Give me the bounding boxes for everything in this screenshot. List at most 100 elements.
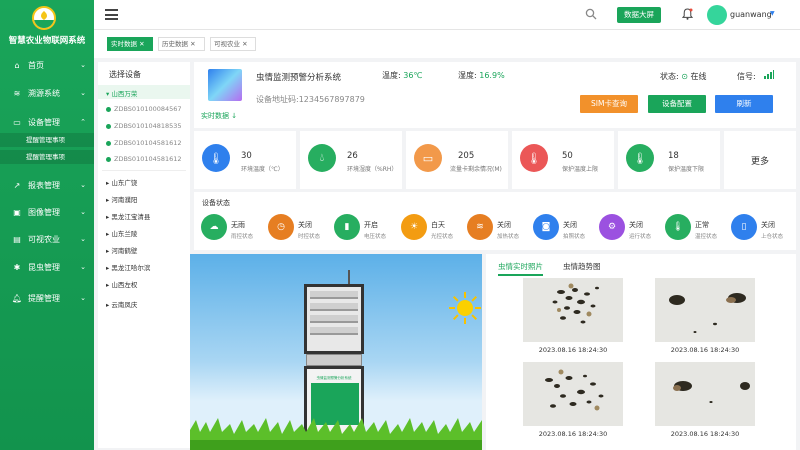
status-timer: ◷ 关闭 时控状态 [268, 214, 334, 244]
sim-card-icon: ▭ [414, 144, 442, 172]
grass [190, 418, 482, 450]
insect-photo[interactable] [655, 362, 755, 426]
sidebar-item-visual[interactable]: ▤ 可视农业 ⌄ [0, 229, 94, 249]
group-label: 山西左权 [111, 281, 138, 289]
device-item[interactable]: ZDBS010104581612 [106, 155, 182, 163]
device-item[interactable]: ZDBS010104581612 [106, 139, 182, 147]
realtime-data-link[interactable]: 实时数据 ↓ [201, 111, 237, 121]
close-icon[interactable]: ✕ [139, 40, 144, 48]
sun-icon: ☀︎ [401, 214, 427, 240]
insect-photo[interactable] [523, 362, 623, 426]
chevron-up-icon: ⌃ [80, 118, 86, 126]
more-button[interactable]: 更多 [724, 131, 796, 189]
device-thumbnail [208, 69, 242, 101]
sidebar-item-label: 溯源系统 [28, 88, 60, 98]
arrow-down-icon: ↓ [231, 112, 238, 120]
photo-timestamp: 2023.08.16 18:24:30 [538, 430, 608, 438]
signal-status: 信号: [737, 71, 756, 82]
tab-history[interactable]: 历史数据 ✕ [158, 37, 205, 51]
status-value: 关闭 [761, 221, 775, 229]
status-voltage: ▮ 开启 电压状态 [334, 214, 400, 244]
tree-group[interactable]: ▸ 云南凤庆 [106, 299, 137, 309]
group-label: 山西万荣 [111, 90, 138, 98]
trace-icon: ≋ [13, 88, 21, 98]
stat-value: 205 [458, 151, 475, 161]
sun-icon [448, 291, 482, 327]
hamburger-icon[interactable] [105, 9, 118, 20]
temp-control-icon: 🌡︎ [665, 214, 691, 240]
status-camera: ◙ 关闭 拍照状态 [533, 214, 599, 244]
humidity-value: 16.9% [479, 71, 505, 80]
avatar[interactable] [707, 5, 727, 25]
bell-icon: 🔔︎ [11, 293, 23, 303]
sidebar-item-device[interactable]: ▭ 设备管理 ⌃ [0, 112, 94, 132]
status-label: 加热状态 [497, 234, 520, 240]
clock-icon: ◷ [268, 214, 294, 240]
sidebar-item-label: 昆虫管理 [28, 262, 60, 272]
device-config-button[interactable]: 设备配置 [648, 95, 706, 113]
temp-up-icon: 🌡︎ [520, 144, 548, 172]
close-icon[interactable]: ✕ [190, 40, 195, 48]
sidebar-item-report[interactable]: ↗ 报表管理 ⌄ [0, 175, 94, 195]
tree-group[interactable]: ▸ 黑龙江宝清县 [106, 211, 150, 221]
stat-label: 保护温度下限 [668, 166, 705, 173]
stat-card-temp-upper: 🌡︎ 50 保护温度上限 [512, 131, 614, 189]
battery-icon: ▮ [334, 214, 360, 240]
camera-icon: ◙ [533, 214, 559, 240]
status-value: 在线 [690, 72, 707, 81]
stat-card-env-temp: 🌡︎ 30 环境温度（℃） [194, 131, 296, 189]
temp-down-icon: 🌡︎ [626, 144, 654, 172]
stat-label: 流量卡剩余情况(M) [450, 166, 502, 173]
device-item[interactable]: ZDBS010100084567 [106, 105, 182, 113]
status-label: 上仓状态 [761, 234, 784, 240]
status-label: 拍照状态 [563, 234, 586, 240]
sidebar-item-reminder[interactable]: 🔔︎ 提醒管理 ⌄ [0, 288, 94, 308]
sidebar-subitem-reminder-1[interactable]: 提醒管理事项 [0, 133, 94, 147]
sidebar-item-image[interactable]: ▣ 图像管理 ⌄ [0, 202, 94, 222]
refresh-button[interactable]: 刷新 [715, 95, 773, 113]
sidebar-item-home[interactable]: ⌂ 首页 ⌄ [0, 55, 94, 75]
droplet-icon: 💧︎ [308, 144, 336, 172]
tree-group[interactable]: ▸ 山东兰陵 [106, 228, 137, 238]
stat-label: 环境温度（℃） [241, 166, 284, 173]
status-label: 运行状态 [629, 234, 652, 240]
device-code: ZDBS010104581612 [114, 155, 182, 163]
tab-realtime[interactable]: 实时数据 ✕ [107, 37, 153, 51]
bell-icon[interactable] [681, 8, 694, 22]
tree-group[interactable]: ▸ 河南濮阳 [106, 194, 137, 204]
caret-down-icon[interactable]: ▼ [770, 10, 775, 17]
system-name: 虫情监测预警分析系统 [256, 73, 342, 83]
sidebar-item-trace[interactable]: ≋ 溯源系统 ⌄ [0, 83, 94, 103]
username[interactable]: guanwang [730, 10, 772, 19]
tab-trend-chart[interactable]: 虫情趋势图 [563, 261, 601, 272]
tree-group[interactable]: ▸ 山西左权 [106, 279, 137, 289]
tree-group[interactable]: ▾ 山西万荣 [106, 88, 137, 98]
device-item[interactable]: ZDBS010104818535 [106, 122, 182, 130]
status-label: 状态: [660, 72, 679, 81]
stat-value: 30 [241, 151, 252, 161]
tree-group[interactable]: ▸ 山东广饶 [106, 177, 137, 187]
tab-visual[interactable]: 可视农业 ✕ [210, 37, 256, 51]
sidebar-item-insect[interactable]: ✱ 昆虫管理 ⌄ [0, 257, 94, 277]
big-screen-button[interactable]: 数据大屏 [617, 7, 661, 23]
humidity-readout: 湿度: 16.9% [458, 70, 505, 81]
tree-group[interactable]: ▸ 河南鹤壁 [106, 245, 137, 255]
run-icon: ⚙︎ [599, 214, 625, 240]
stat-label: 环境湿度（%RH） [347, 166, 398, 173]
close-icon[interactable]: ✕ [242, 40, 247, 48]
tree-group[interactable]: ▸ 黑龙江哈尔滨 [106, 262, 150, 272]
insect-photo[interactable] [655, 278, 755, 342]
search-icon[interactable] [585, 8, 597, 22]
sim-query-button[interactable]: SIM卡查询 [580, 95, 638, 113]
tab-realtime-photos[interactable]: 虫情实时照片 [498, 261, 543, 276]
group-label: 云南凤庆 [111, 301, 138, 309]
bug-icon: ✱ [13, 262, 21, 272]
status-value: 关闭 [298, 221, 312, 229]
sidebar-item-label: 图像管理 [28, 207, 60, 217]
insect-photo[interactable] [523, 278, 623, 342]
stat-card-temp-lower: 🌡︎ 18 保护温度下限 [618, 131, 720, 189]
sidebar-subitem-reminder-2[interactable]: 提醒管理事项 [0, 150, 94, 164]
group-label: 河南濮阳 [111, 196, 138, 204]
home-icon: ⌂ [14, 60, 20, 70]
photo-timestamp: 2023.08.16 18:24:30 [670, 346, 740, 354]
